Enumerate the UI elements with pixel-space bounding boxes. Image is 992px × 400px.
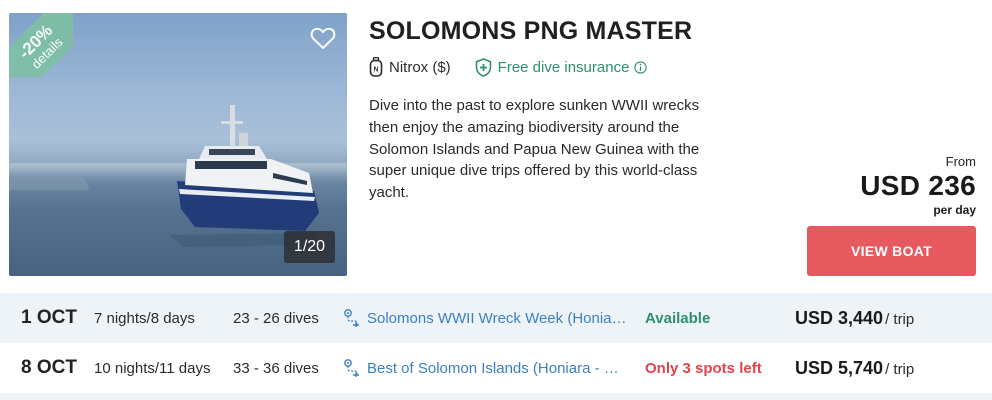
trip-price: USD 5,740 / trip — [795, 358, 914, 379]
feature-nitrox-label: Nitrox ($) — [389, 58, 451, 76]
trip-price-unit: / trip — [885, 310, 915, 328]
trip-dives: 23 - 26 dives — [233, 309, 319, 327]
info-circle-icon[interactable] — [634, 60, 648, 74]
photo-counter: 1/20 — [284, 231, 335, 263]
boat-title[interactable]: SOLOMONS PNG MASTER — [369, 17, 692, 46]
trip-status: Only 3 spots left — [645, 359, 762, 377]
feature-nitrox: N Nitrox ($) — [369, 57, 451, 77]
discount-badge[interactable]: -20% details — [9, 13, 73, 77]
trip-duration: 7 nights/8 days — [94, 309, 195, 327]
trip-route-label: Solomons WWII Wreck Week (Honiara - Honi… — [367, 309, 627, 327]
trips-table: 1 OCT 7 nights/8 days 23 - 26 dives Solo… — [0, 293, 992, 393]
route-pin-icon — [344, 309, 359, 327]
trip-date: 8 OCT — [21, 357, 77, 378]
price-amount: USD 236 — [860, 170, 976, 201]
features-row: N Nitrox ($) Free dive insurance — [369, 57, 648, 77]
trip-route-link[interactable]: Solomons WWII Wreck Week (Honiara - Honi… — [343, 308, 628, 328]
feature-insurance[interactable]: Free dive insurance — [475, 57, 648, 77]
trip-row[interactable]: 8 OCT 10 nights/11 days 33 - 36 dives Be… — [0, 343, 992, 393]
feature-insurance-label: Free dive insurance — [497, 58, 630, 76]
trip-price-amount: USD 5,740 — [795, 357, 884, 378]
trip-date: 1 OCT — [21, 307, 77, 328]
trip-row[interactable]: 1 OCT 7 nights/8 days 23 - 26 dives Solo… — [0, 293, 992, 343]
view-boat-button[interactable]: VIEW BOAT — [807, 226, 976, 276]
trip-dives: 33 - 36 dives — [233, 359, 319, 377]
trip-status: Available — [645, 309, 711, 327]
tank-icon: N — [369, 57, 383, 77]
trip-price-amount: USD 3,440 — [795, 307, 884, 328]
price-from-label: From — [945, 154, 976, 169]
trip-duration: 10 nights/11 days — [94, 359, 211, 377]
price-per-day-label: per day — [933, 203, 976, 217]
svg-text:N: N — [373, 67, 378, 74]
shield-plus-icon — [475, 57, 491, 77]
boat-description: Dive into the past to explore sunken WWI… — [369, 97, 700, 202]
trip-route-link[interactable]: Best of Solomon Islands (Honiara - Honia… — [343, 358, 628, 378]
heart-outline-icon[interactable] — [310, 26, 336, 50]
trip-price: USD 3,440 / trip — [795, 308, 914, 329]
trip-price-unit: / trip — [885, 360, 915, 378]
next-row-peek — [0, 393, 992, 400]
route-pin-icon — [344, 359, 359, 377]
trip-route-label: Best of Solomon Islands (Honiara - Honia… — [367, 359, 627, 377]
